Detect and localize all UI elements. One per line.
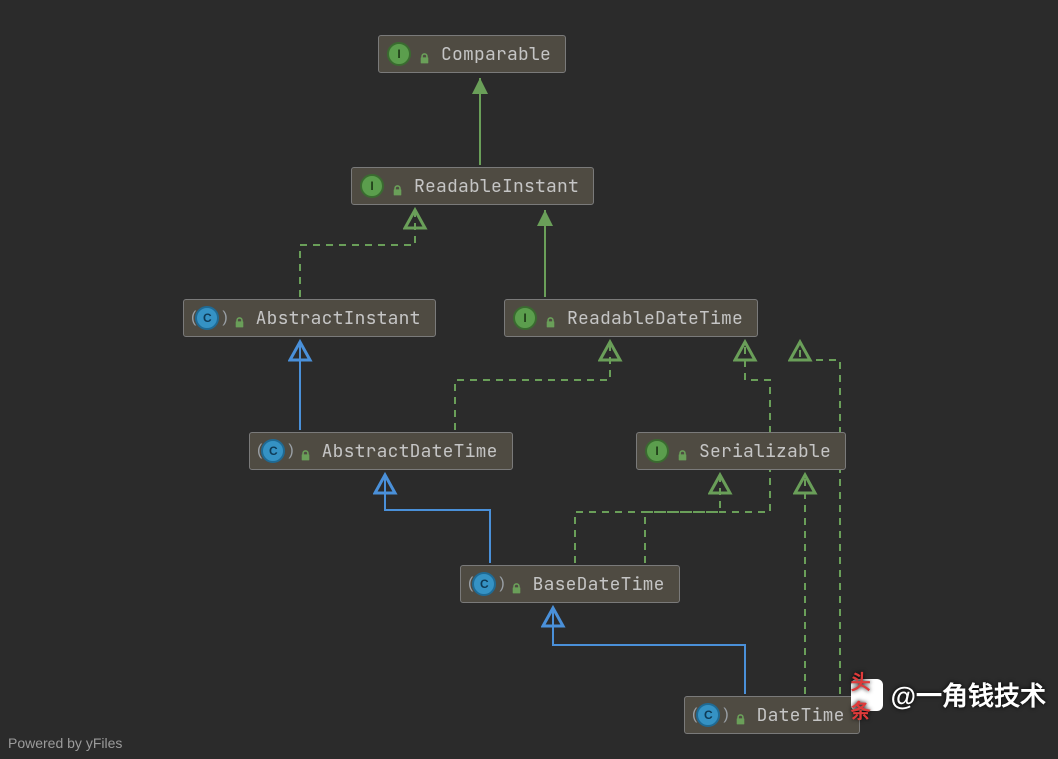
node-readable-instant[interactable]: I ReadableInstant bbox=[351, 167, 594, 205]
lock-icon bbox=[510, 578, 523, 591]
interface-icon: I bbox=[360, 174, 384, 198]
node-label: DateTime bbox=[757, 704, 845, 727]
lock-icon bbox=[544, 312, 557, 325]
node-readable-datetime[interactable]: I ReadableDateTime bbox=[504, 299, 758, 337]
powered-by-label: Powered by yFiles bbox=[8, 735, 122, 751]
node-abstract-datetime[interactable]: ( C ) AbstractDateTime bbox=[249, 432, 513, 470]
edges-layer bbox=[0, 0, 1058, 759]
lock-icon bbox=[299, 445, 312, 458]
paren-icon: ) bbox=[288, 442, 293, 460]
node-serializable[interactable]: I Serializable bbox=[636, 432, 846, 470]
node-datetime[interactable]: ( C ) DateTime bbox=[684, 696, 860, 734]
node-label: Serializable bbox=[699, 440, 831, 463]
node-label: Comparable bbox=[441, 43, 551, 66]
interface-icon: I bbox=[513, 306, 537, 330]
paren-icon: ) bbox=[723, 706, 728, 724]
lock-icon bbox=[233, 312, 246, 325]
class-icon: C bbox=[195, 306, 219, 330]
paren-icon: ) bbox=[222, 309, 227, 327]
node-label: BaseDateTime bbox=[533, 573, 665, 596]
watermark: 头条 @一角钱技术 bbox=[851, 676, 1046, 713]
node-label: AbstractInstant bbox=[256, 307, 421, 330]
interface-icon: I bbox=[645, 439, 669, 463]
interface-icon: I bbox=[387, 42, 411, 66]
watermark-text: @一角钱技术 bbox=[891, 676, 1046, 713]
node-label: ReadableDateTime bbox=[567, 307, 743, 330]
node-label: AbstractDateTime bbox=[322, 440, 498, 463]
node-abstract-instant[interactable]: ( C ) AbstractInstant bbox=[183, 299, 436, 337]
paren-icon: ) bbox=[499, 575, 504, 593]
node-label: ReadableInstant bbox=[414, 175, 579, 198]
lock-icon bbox=[734, 709, 747, 722]
watermark-logo-icon: 头条 bbox=[851, 679, 883, 711]
node-base-datetime[interactable]: ( C ) BaseDateTime bbox=[460, 565, 680, 603]
lock-icon bbox=[418, 48, 431, 61]
class-icon: C bbox=[472, 572, 496, 596]
lock-icon bbox=[391, 180, 404, 193]
lock-icon bbox=[676, 445, 689, 458]
class-icon: C bbox=[261, 439, 285, 463]
node-comparable[interactable]: I Comparable bbox=[378, 35, 566, 73]
class-icon: C bbox=[696, 703, 720, 727]
